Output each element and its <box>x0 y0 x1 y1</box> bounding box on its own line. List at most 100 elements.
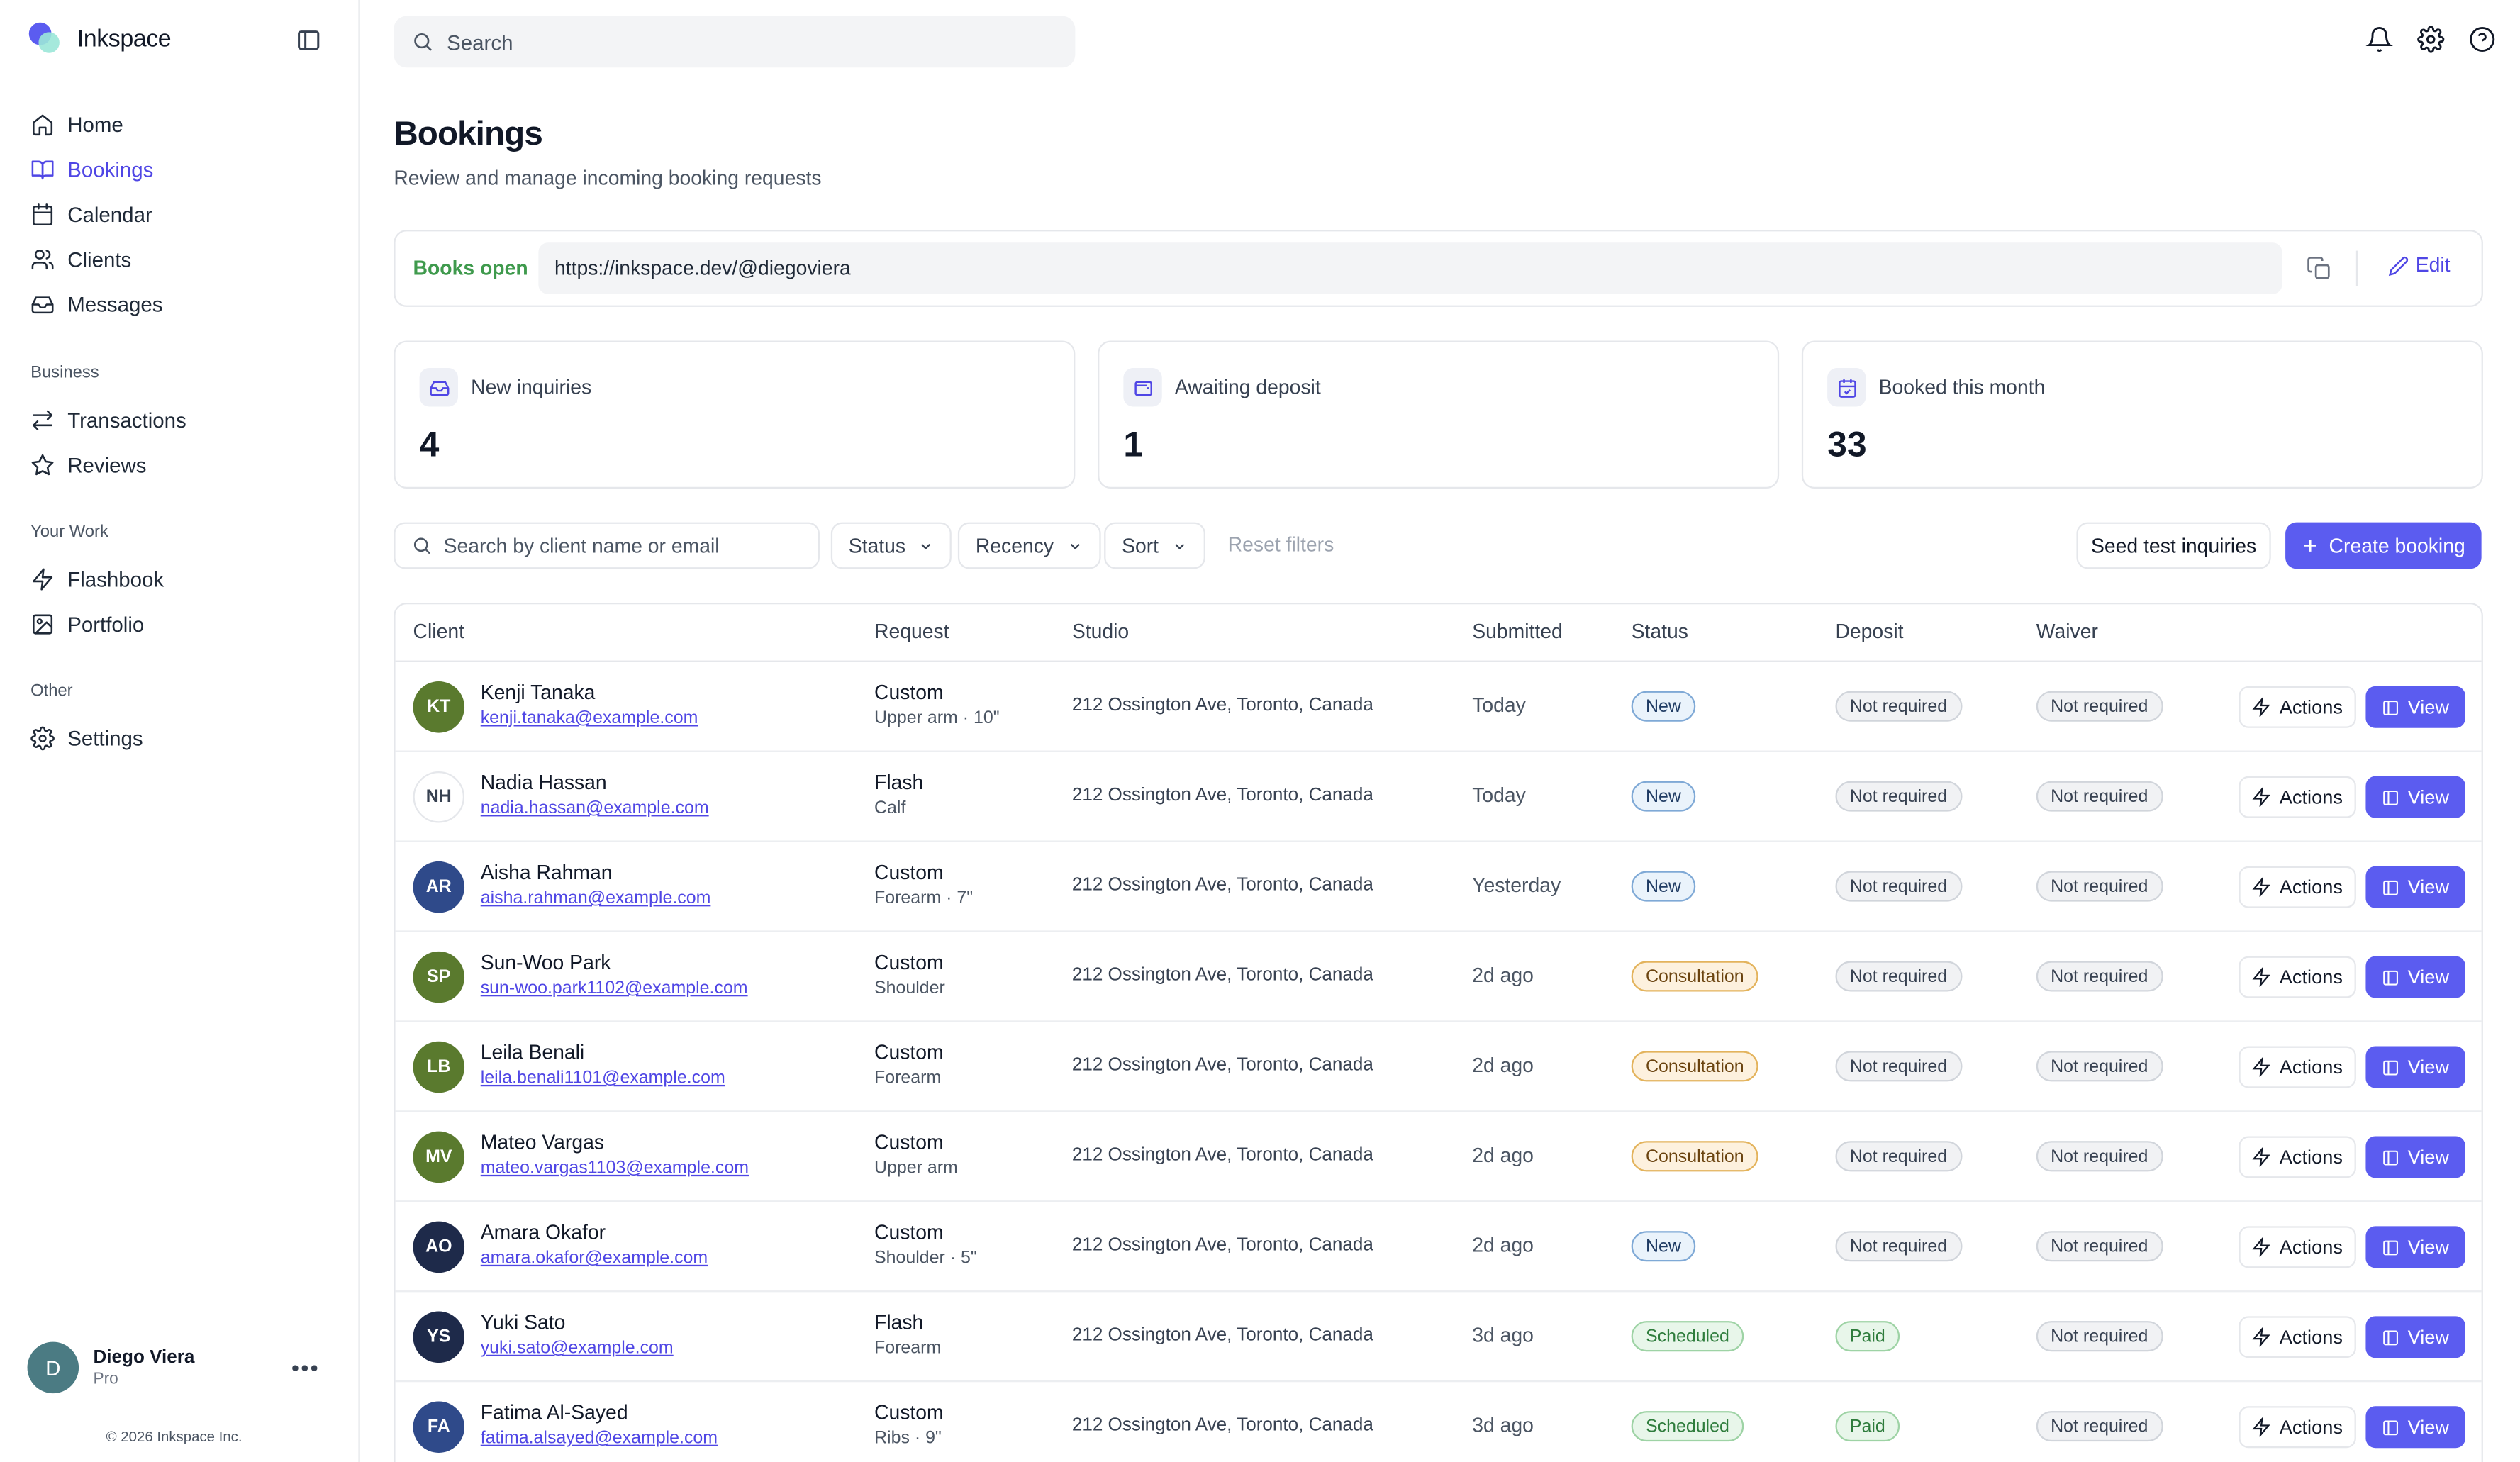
zap-icon <box>33 567 53 590</box>
actions-label: Actions <box>2279 966 2343 988</box>
view-button[interactable]: View <box>2365 1226 2465 1268</box>
actions-label: Actions <box>2279 1146 2343 1168</box>
chevron-down-icon <box>1070 542 1080 549</box>
actions-label: Actions <box>2279 786 2343 809</box>
column-header-studio[interactable]: Studio <box>1072 620 1129 643</box>
request-type: Custom <box>874 861 944 884</box>
view-button[interactable]: View <box>2365 776 2465 818</box>
client-email-link[interactable]: aisha.rahman@example.com <box>481 888 711 908</box>
sidebar-item-home[interactable]: Home <box>16 101 344 146</box>
sidebar-item-label: Reviews <box>67 452 147 477</box>
reset-filters-button[interactable]: Reset filters <box>1228 534 1334 557</box>
client-name: Sun-Woo Park <box>480 951 611 974</box>
bell-icon[interactable] <box>2365 26 2393 53</box>
actions-label: Actions <box>2279 1325 2343 1349</box>
seed-test-inquiries-button[interactable]: Seed test inquiries <box>2076 522 2271 569</box>
stat-card-booked-this-month: Booked this month 33 <box>1801 340 2483 489</box>
sidebar-toggle-icon[interactable] <box>296 28 321 53</box>
sidebar-item-transactions[interactable]: Transactions <box>16 397 344 442</box>
sidebar-item-calendar[interactable]: Calendar <box>16 191 344 236</box>
book-open-icon <box>31 160 54 179</box>
table-row: FA Fatima Al-Sayed fatima.alsayed@example.… <box>396 1382 2482 1462</box>
view-button[interactable]: View <box>2365 1136 2465 1178</box>
actions-button[interactable]: Actions <box>2239 1226 2356 1268</box>
sidebar-item-bookings[interactable]: Bookings <box>16 146 344 191</box>
column-header-deposit[interactable]: Deposit <box>1835 620 1903 643</box>
request-detail: Calf <box>874 798 906 818</box>
wallet-icon <box>1123 368 1162 407</box>
sidebar-item-settings[interactable]: Settings <box>16 715 344 760</box>
actions-button[interactable]: Actions <box>2239 866 2356 908</box>
column-header-waiver[interactable]: Waiver <box>2036 620 2098 643</box>
actions-button[interactable]: Actions <box>2239 1136 2356 1178</box>
view-button[interactable]: View <box>2365 866 2465 908</box>
client-email-link[interactable]: nadia.hassan@example.com <box>481 799 709 818</box>
actions-button[interactable]: Actions <box>2239 1316 2356 1358</box>
users-icon <box>31 248 54 269</box>
dropdown-label: Sort <box>1122 534 1159 557</box>
sidebar-item-label: Home <box>67 111 123 136</box>
panel-icon <box>2383 879 2399 895</box>
view-button[interactable]: View <box>2365 1406 2465 1449</box>
submitted-date: 2d ago <box>1472 1054 1534 1077</box>
column-header-status[interactable]: Status <box>1632 620 1688 643</box>
status-filter-dropdown[interactable]: Status <box>830 522 952 569</box>
avatar: AO <box>413 1221 465 1273</box>
sidebar-item-portfolio[interactable]: Portfolio <box>16 601 344 646</box>
deposit-badge: Not required <box>1835 1051 1962 1082</box>
actions-button[interactable]: Actions <box>2239 1406 2356 1449</box>
client-email-link[interactable]: fatima.alsayed@example.com <box>481 1429 718 1448</box>
sidebar-item-label: Calendar <box>67 201 152 226</box>
actions-button[interactable]: Actions <box>2239 686 2356 728</box>
column-header-request[interactable]: Request <box>874 620 949 643</box>
table-row: MV Mateo Vargas mateo.vargas1103@example.c… <box>395 1112 2482 1202</box>
actions-button[interactable]: Actions <box>2239 956 2356 998</box>
copy-icon[interactable] <box>2307 255 2332 281</box>
create-booking-button[interactable]: Create booking <box>2285 522 2482 569</box>
edit-link-button[interactable]: Edit <box>2388 254 2451 277</box>
page-title: Bookings <box>394 116 543 153</box>
sidebar-item-flashbook[interactable]: Flashbook <box>16 556 344 601</box>
help-icon[interactable] <box>2468 26 2496 53</box>
brand[interactable]: Inkspace <box>28 22 172 55</box>
client-search-input[interactable]: Search by client name or email <box>394 522 820 569</box>
sidebar-item-messages[interactable]: Messages <box>16 281 344 326</box>
booking-url-field[interactable]: https://inkspace.dev/@diegoviera <box>538 242 2282 294</box>
pencil-icon <box>2388 255 2409 276</box>
view-button[interactable]: View <box>2365 686 2465 728</box>
client-email-link[interactable]: amara.okafor@example.com <box>481 1249 708 1268</box>
view-button[interactable]: View <box>2365 1046 2465 1088</box>
status-badge: New <box>1631 691 1696 722</box>
client-email-link[interactable]: yuki.sato@example.com <box>481 1339 674 1358</box>
client-name: Fatima Al-Sayed <box>480 1401 628 1424</box>
actions-button[interactable]: Actions <box>2239 1046 2356 1088</box>
request-detail: Shoulder · 5" <box>874 1249 977 1268</box>
sidebar-item-label: Transactions <box>67 407 186 432</box>
view-button[interactable]: View <box>2365 1316 2465 1358</box>
sidebar-item-label: Messages <box>67 291 163 316</box>
column-header-submitted[interactable]: Submitted <box>1472 620 1563 643</box>
client-email-link[interactable]: sun-woo.park1102@example.com <box>481 978 748 998</box>
sidebar-item-clients[interactable]: Clients <box>16 236 344 281</box>
submitted-date: 3d ago <box>1472 1414 1534 1437</box>
global-search-input[interactable]: Search <box>394 16 1076 68</box>
more-options-icon[interactable]: ••• <box>291 1355 320 1380</box>
table-row: AO Amara Okafor amara.okafor@example.com Cu… <box>395 1202 2482 1293</box>
actions-button[interactable]: Actions <box>2239 776 2356 818</box>
submitted-date: 2d ago <box>1472 1234 1534 1257</box>
zap-icon <box>2253 1057 2271 1077</box>
client-email-link[interactable]: leila.benali1101@example.com <box>481 1068 725 1088</box>
recency-filter-dropdown[interactable]: Recency <box>957 522 1100 569</box>
status-badge: New <box>1631 1231 1696 1262</box>
zap-icon <box>2253 1147 2271 1167</box>
client-email-link[interactable]: kenji.tanaka@example.com <box>481 709 698 728</box>
sort-dropdown[interactable]: Sort <box>1104 522 1205 569</box>
client-email-link[interactable]: mateo.vargas1103@example.com <box>481 1159 749 1178</box>
request-type: Custom <box>874 1221 944 1244</box>
gear-icon[interactable] <box>2417 26 2445 53</box>
sidebar-item-reviews[interactable]: Reviews <box>16 442 344 486</box>
request-detail: Ribs · 9" <box>874 1429 942 1449</box>
user-profile[interactable]: D Diego Viera Pro ••• <box>27 1341 333 1394</box>
view-button[interactable]: View <box>2365 956 2465 998</box>
column-header-client[interactable]: Client <box>413 620 464 643</box>
